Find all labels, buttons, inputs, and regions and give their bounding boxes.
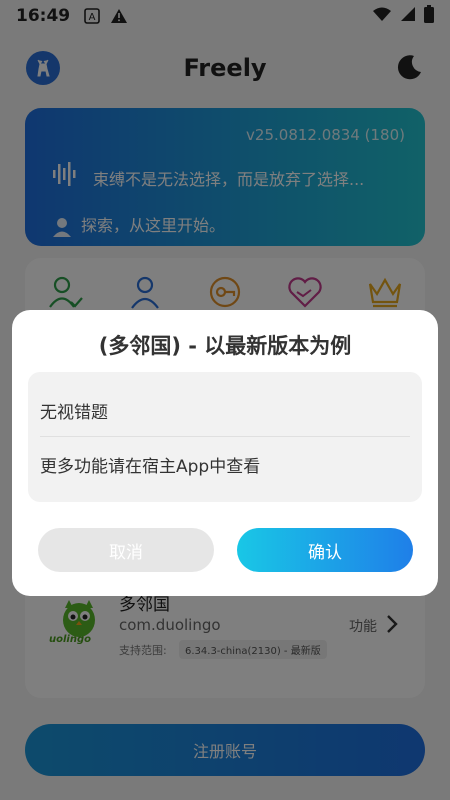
confirm-dialog: (多邻国) - 以最新版本为例 无视错题 更多功能请在宿主App中查看 取消 确… <box>12 310 438 596</box>
list-item: 无视错题 <box>40 403 108 423</box>
confirm-button[interactable]: 确认 <box>237 528 413 572</box>
dialog-feature-list: 无视错题 更多功能请在宿主App中查看 <box>28 372 422 502</box>
list-divider <box>40 436 410 437</box>
list-item: 更多功能请在宿主App中查看 <box>40 457 261 477</box>
cancel-button[interactable]: 取消 <box>38 528 214 572</box>
dialog-title: (多邻国) - 以最新版本为例 <box>98 334 352 358</box>
